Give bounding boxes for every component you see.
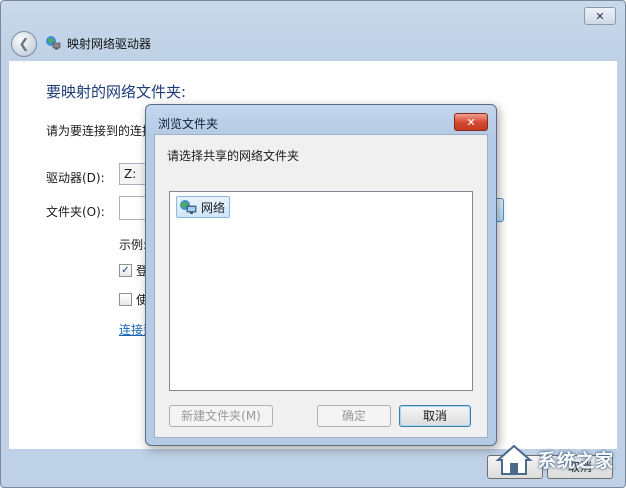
network-drive-icon: [46, 36, 61, 50]
watermark: 系统之家: [494, 442, 614, 478]
drive-label: 驱动器(D):: [46, 171, 105, 185]
browse-folder-dialog: 浏览文件夹 ✕ 请选择共享的网络文件夹 网络 新建文件夹(M) 确定 取消: [145, 104, 497, 446]
instruction-text: 请为要连接到的连接: [46, 124, 155, 138]
ok-button[interactable]: 确定: [317, 405, 391, 427]
reconnect-checkbox[interactable]: ✓: [119, 264, 132, 277]
house-logo-icon: [495, 444, 533, 475]
tree-item-label: 网络: [201, 200, 226, 215]
tree-item-network[interactable]: 网络: [176, 196, 231, 218]
window-close-button[interactable]: ✕: [584, 7, 616, 25]
folder-label: 文件夹(O):: [46, 205, 105, 219]
dialog-close-button[interactable]: ✕: [454, 113, 488, 131]
credentials-checkbox[interactable]: [119, 293, 132, 306]
watermark-text: 系统之家: [538, 451, 614, 472]
dialog-body: 请选择共享的网络文件夹 网络 新建文件夹(M) 确定 取消: [154, 134, 488, 438]
dialog-prompt: 请选择共享的网络文件夹: [167, 149, 300, 163]
new-folder-button[interactable]: 新建文件夹(M): [169, 405, 273, 427]
window-title: 映射网络驱动器: [67, 37, 152, 51]
dialog-cancel-button[interactable]: 取消: [399, 405, 471, 427]
dialog-title: 浏览文件夹: [158, 117, 219, 131]
page-heading: 要映射的网络文件夹:: [46, 83, 187, 101]
folder-tree[interactable]: 网络: [169, 191, 473, 391]
browse-button[interactable]: [497, 198, 504, 222]
back-arrow-icon[interactable]: ❮: [11, 31, 37, 57]
network-icon: [180, 200, 197, 214]
example-label: 示例:: [119, 238, 148, 252]
